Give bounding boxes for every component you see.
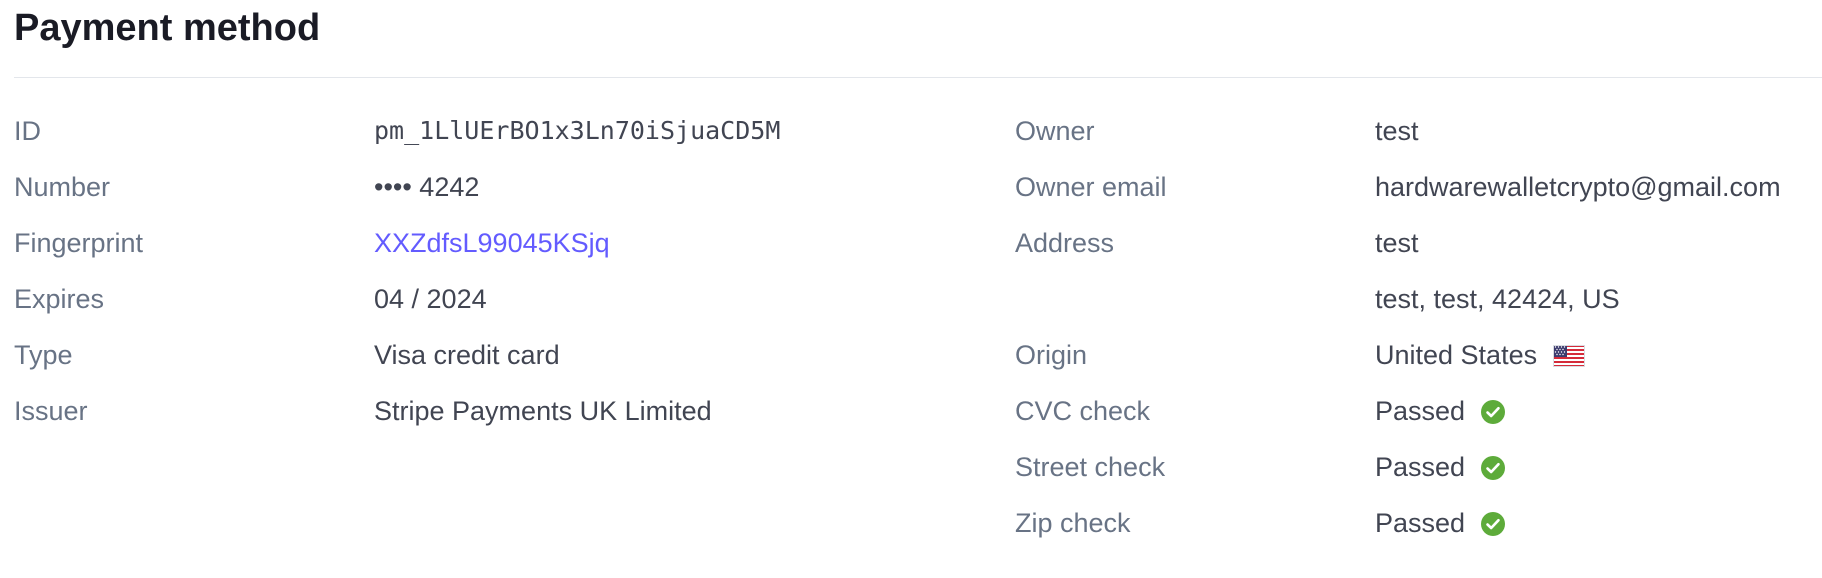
us-flag-icon: [1553, 344, 1586, 367]
detail-row-zip-check: Zip check Passed: [1015, 500, 1822, 556]
detail-row-type: Type Visa credit card: [14, 332, 974, 388]
address-line2: test, test, 42424, US: [1375, 284, 1620, 314]
details-left-column: ID pm_1LlUErBO1x3Ln70iSjuaCD5M Number ••…: [14, 108, 974, 444]
issuer-label: Issuer: [14, 396, 88, 426]
zip-check-label: Zip check: [1015, 508, 1131, 538]
id-label: ID: [14, 116, 41, 146]
detail-row-street-check: Street check Passed: [1015, 444, 1822, 500]
detail-row-id: ID pm_1LlUErBO1x3Ln70iSjuaCD5M: [14, 108, 974, 164]
address-label: Address: [1015, 228, 1115, 258]
detail-row-address-line2: test, test, 42424, US: [1015, 276, 1822, 332]
detail-row-issuer: Issuer Stripe Payments UK Limited: [14, 388, 974, 444]
expires-label: Expires: [14, 284, 105, 314]
detail-row-number: Number •••• 4242: [14, 164, 974, 220]
check-circle-icon: [1481, 455, 1506, 480]
issuer-value: Stripe Payments UK Limited: [374, 396, 712, 426]
detail-row-address: Address test: [1015, 220, 1822, 276]
detail-row-origin: Origin United States: [1015, 332, 1822, 388]
cvc-check-value-wrap: Passed: [1375, 396, 1506, 427]
cvc-check-value: Passed: [1375, 396, 1466, 426]
number-label: Number: [14, 172, 111, 202]
owner-label: Owner: [1015, 116, 1095, 146]
detail-row-expires: Expires 04 / 2024: [14, 276, 974, 332]
owner-value: test: [1375, 116, 1419, 146]
detail-row-owner-email: Owner email hardwarewalletcrypto@gmail.c…: [1015, 164, 1822, 220]
divider: [14, 77, 1822, 78]
payment-method-panel: Payment method ID pm_1LlUErBO1x3Ln70iSju…: [0, 0, 1822, 578]
zip-check-value: Passed: [1375, 508, 1466, 538]
cvc-check-label: CVC check: [1015, 396, 1151, 426]
street-check-value: Passed: [1375, 452, 1466, 482]
details-right-column: Owner test Owner email hardwarewalletcry…: [1015, 108, 1822, 556]
zip-check-value-wrap: Passed: [1375, 508, 1506, 539]
expires-value: 04 / 2024: [374, 284, 487, 314]
detail-row-owner: Owner test: [1015, 108, 1822, 164]
street-check-value-wrap: Passed: [1375, 452, 1506, 483]
detail-row-cvc-check: CVC check Passed: [1015, 388, 1822, 444]
detail-row-fingerprint: Fingerprint XXZdfsL99045KSjq: [14, 220, 974, 276]
check-circle-icon: [1481, 399, 1506, 424]
origin-value-wrap: United States: [1375, 340, 1586, 371]
origin-label: Origin: [1015, 340, 1088, 370]
type-label: Type: [14, 340, 73, 370]
check-circle-icon: [1481, 511, 1506, 536]
fingerprint-link[interactable]: XXZdfsL99045KSjq: [374, 228, 610, 259]
fingerprint-label: Fingerprint: [14, 228, 144, 258]
street-check-label: Street check: [1015, 452, 1166, 482]
id-value: pm_1LlUErBO1x3Ln70iSjuaCD5M: [374, 116, 781, 145]
origin-value: United States: [1375, 340, 1538, 370]
owner-email-value: hardwarewalletcrypto@gmail.com: [1375, 172, 1781, 202]
type-value: Visa credit card: [374, 340, 560, 370]
page-title: Payment method: [14, 7, 321, 49]
owner-email-label: Owner email: [1015, 172, 1167, 202]
number-value: •••• 4242: [374, 172, 480, 202]
address-line1: test: [1375, 228, 1419, 258]
